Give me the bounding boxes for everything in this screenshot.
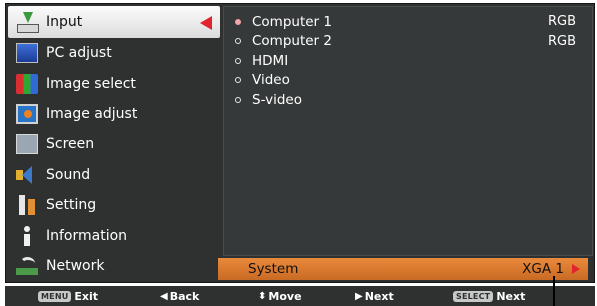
footer-exit: MENU Exit	[38, 290, 98, 303]
source-option-computer-1[interactable]: Computer 1 RGB	[224, 12, 592, 32]
source-option-computer-2[interactable]: Computer 2 RGB	[224, 32, 592, 52]
footer-next: ▶ Next	[355, 290, 394, 303]
menu-item-setting[interactable]: Setting	[8, 190, 220, 220]
pc-adjust-icon	[16, 43, 38, 64]
source-label: Computer 1	[252, 13, 332, 30]
system-setting-bar[interactable]: System XGA 1	[218, 258, 588, 280]
screen-icon	[16, 134, 38, 155]
input-source-panel: Computer 1 RGB Computer 2 RGB HDMI Video…	[223, 6, 593, 256]
radio-icon	[235, 77, 241, 84]
menu-item-label: Screen	[46, 136, 95, 153]
system-label: System	[248, 261, 299, 277]
menu-item-label: Setting	[46, 197, 97, 214]
source-label: HDMI	[252, 52, 289, 69]
menu-item-label: Sound	[46, 166, 91, 183]
callout-line	[553, 276, 555, 306]
radio-icon	[235, 38, 241, 45]
menu-item-label: Image adjust	[46, 105, 138, 122]
source-signal-type: RGB	[547, 33, 576, 49]
footer-select-next-label: Next	[496, 289, 526, 303]
menu-item-label: PC adjust	[46, 45, 112, 62]
arrow-left-icon: ◀	[160, 290, 168, 302]
arrow-right-icon[interactable]	[572, 264, 580, 274]
footer-select-next: SELECT Next	[453, 290, 525, 303]
radio-icon	[235, 96, 241, 103]
radio-selected-icon	[235, 18, 241, 25]
selected-arrow-icon	[200, 16, 212, 30]
footer-move: ⬍ Move	[258, 290, 302, 303]
setting-icon	[16, 195, 38, 216]
select-key-icon: SELECT	[453, 290, 494, 302]
footer-back: ◀ Back	[160, 290, 199, 303]
input-icon	[16, 12, 39, 33]
menu-item-label: Network	[46, 257, 105, 274]
source-option-s-video[interactable]: S-video	[224, 90, 592, 110]
key-guide-bar: MENU Exit ◀ Back ⬍ Move ▶ Next SELECT Ne…	[5, 286, 595, 306]
information-icon	[16, 225, 38, 246]
menu-item-label: Input	[46, 14, 83, 30]
menu-item-label: Image select	[46, 75, 136, 92]
footer-exit-label: Exit	[74, 289, 99, 303]
image-select-icon	[16, 73, 38, 94]
image-adjust-icon	[16, 103, 38, 124]
up-down-arrow-icon: ⬍	[258, 290, 267, 302]
network-icon	[16, 256, 38, 276]
osd-menu-window: Input PC adjust Image select Image adjus…	[5, 3, 595, 283]
arrow-right-icon: ▶	[355, 290, 363, 302]
menu-item-image-adjust[interactable]: Image adjust	[8, 99, 220, 129]
menu-item-information[interactable]: Information	[8, 220, 220, 250]
system-value: XGA 1	[522, 261, 564, 277]
menu-item-pc-adjust[interactable]: PC adjust	[8, 38, 220, 68]
footer-move-label: Move	[268, 289, 302, 303]
radio-icon	[235, 57, 241, 64]
source-option-video[interactable]: Video	[224, 71, 592, 91]
menu-item-network[interactable]: Network	[8, 251, 220, 281]
menu-item-input[interactable]: Input	[8, 6, 220, 38]
menu-item-screen[interactable]: Screen	[8, 129, 220, 159]
menu-key-icon: MENU	[38, 290, 72, 302]
source-label: Video	[252, 72, 290, 89]
footer-next-label: Next	[364, 289, 394, 303]
source-option-hdmi[interactable]: HDMI	[224, 51, 592, 71]
source-label: Computer 2	[252, 33, 332, 50]
main-menu: Input PC adjust Image select Image adjus…	[8, 6, 220, 281]
menu-item-label: Information	[46, 227, 128, 244]
menu-item-sound[interactable]: Sound	[8, 160, 220, 190]
source-signal-type: RGB	[547, 14, 576, 30]
menu-item-image-select[interactable]: Image select	[8, 68, 220, 98]
footer-back-label: Back	[169, 289, 200, 303]
sound-icon	[16, 165, 38, 185]
source-label: S-video	[252, 91, 302, 108]
